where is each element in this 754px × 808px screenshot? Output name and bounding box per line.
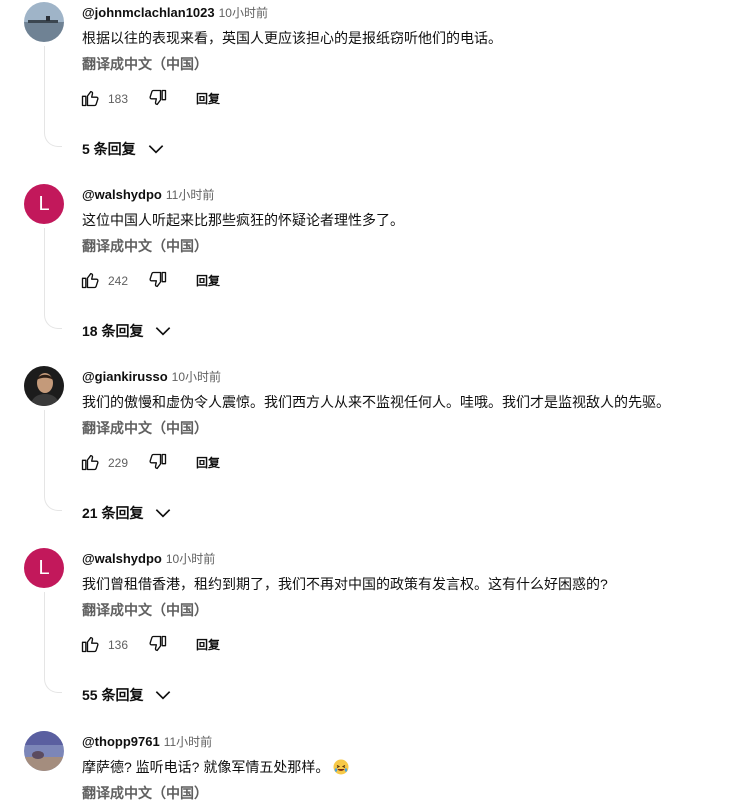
- comment-text: 这位中国人听起来比那些疯狂的怀疑论者理性多了。: [82, 212, 404, 228]
- view-replies-button[interactable]: 5 条回复: [82, 138, 166, 160]
- dislike-icon[interactable]: [148, 634, 168, 654]
- dislike-icon[interactable]: [148, 270, 168, 290]
- laughing-face-emoji-icon: [333, 759, 349, 775]
- view-replies-button[interactable]: 21 条回复: [82, 502, 173, 524]
- comment-text: 我们曾租借香港，租约到期了，我们不再对中国的政策有发言权。这有什么好困惑的?: [82, 576, 608, 592]
- translate-button[interactable]: 翻译成中文（中国）: [82, 54, 208, 74]
- chevron-down-icon: [156, 691, 171, 700]
- view-replies-button[interactable]: 18 条回复: [82, 320, 173, 342]
- translate-button[interactable]: 翻译成中文（中国）: [82, 418, 208, 438]
- dislike-icon[interactable]: [148, 88, 168, 108]
- chevron-down-icon: [148, 145, 163, 154]
- avatar[interactable]: L: [24, 184, 64, 224]
- reply-button[interactable]: 回复: [196, 90, 220, 108]
- like-count: 136: [108, 638, 129, 652]
- like-count: 242: [108, 274, 129, 288]
- translate-button[interactable]: 翻译成中文（中国）: [82, 236, 208, 256]
- avatar[interactable]: L: [24, 548, 64, 588]
- comment-author[interactable]: @johnmclachlan1023: [82, 5, 215, 20]
- view-replies-button[interactable]: 55 条回复: [82, 684, 173, 706]
- comment-time[interactable]: 11小时前: [166, 188, 214, 202]
- replies-count-label: 18 条回复: [82, 323, 144, 339]
- thread-connector: [44, 228, 62, 329]
- like-count: 229: [108, 456, 129, 470]
- comment-text: 摩萨德? 监听电话? 就像军情五处那样。: [82, 757, 349, 777]
- chevron-down-icon: [156, 509, 171, 518]
- thread-connector: [44, 592, 62, 693]
- dislike-icon[interactable]: [148, 452, 168, 472]
- translate-button[interactable]: 翻译成中文（中国）: [82, 783, 208, 803]
- reply-button[interactable]: 回复: [196, 636, 220, 654]
- landscape-photo-avatar-icon: [24, 2, 64, 42]
- like-icon[interactable]: [80, 634, 100, 654]
- avatar[interactable]: [24, 2, 64, 42]
- comment-author[interactable]: @walshydpo: [82, 551, 162, 566]
- replies-count-label: 5 条回复: [82, 141, 136, 157]
- comment-time[interactable]: 10小时前: [166, 552, 215, 566]
- thread-connector: [44, 46, 62, 147]
- chevron-down-icon: [156, 327, 171, 336]
- like-icon[interactable]: [80, 88, 100, 108]
- translate-button[interactable]: 翻译成中文（中国）: [82, 600, 208, 620]
- person-photo-avatar-icon: [24, 366, 64, 406]
- avatar[interactable]: [24, 366, 64, 406]
- comment-author[interactable]: @giankirusso: [82, 369, 168, 384]
- comment-time[interactable]: 10小时前: [172, 370, 221, 384]
- avatar-letter: L: [38, 193, 50, 215]
- comment-time[interactable]: 10小时前: [219, 6, 268, 20]
- avatar-letter: L: [38, 557, 50, 579]
- reply-button[interactable]: 回复: [196, 272, 220, 290]
- comment-author[interactable]: @thopp9761: [82, 734, 160, 749]
- like-icon[interactable]: [80, 452, 100, 472]
- reply-button[interactable]: 回复: [196, 454, 220, 472]
- like-icon[interactable]: [80, 270, 100, 290]
- comment-author[interactable]: @walshydpo: [82, 187, 162, 202]
- comment-text-body: 摩萨德? 监听电话? 就像军情五处那样。: [82, 759, 330, 775]
- comment-text: 根据以往的表现来看，英国人更应该担心的是报纸窃听他们的电话。: [82, 30, 502, 46]
- comment-text: 我们的傲慢和虚伪令人震惊。我们西方人从来不监视任何人。哇哦。我们才是监视敌人的先…: [82, 394, 670, 410]
- like-count: 183: [108, 92, 129, 106]
- avatar[interactable]: [24, 731, 64, 771]
- comment-time[interactable]: 11小时前: [164, 735, 212, 749]
- thread-connector: [44, 410, 62, 511]
- sky-photo-avatar-icon: [24, 731, 64, 771]
- replies-count-label: 21 条回复: [82, 505, 144, 521]
- replies-count-label: 55 条回复: [82, 687, 144, 703]
